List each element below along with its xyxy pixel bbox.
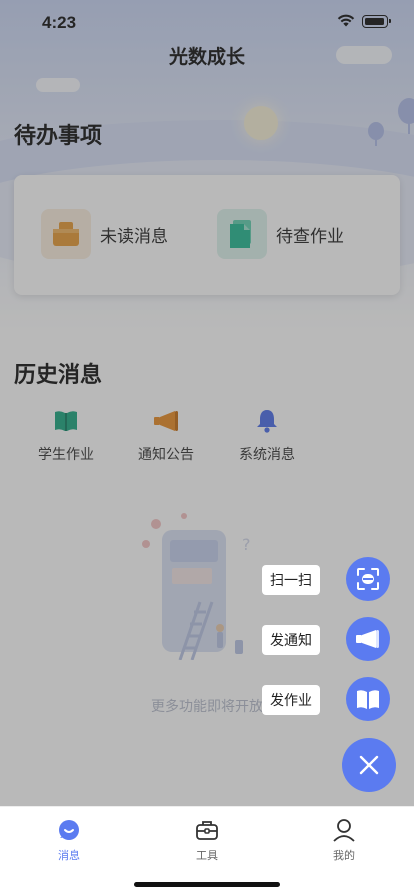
fab-homework-button[interactable] [346,677,390,721]
home-indicator [134,882,280,887]
tab-messages[interactable]: 消息 [29,817,109,863]
fab-close-button[interactable] [342,738,396,792]
user-icon [304,817,384,843]
fab-scan-label[interactable]: 扫一扫 [262,565,320,595]
fab-scan-button[interactable] [346,557,390,601]
fab-notice-label[interactable]: 发通知 [262,625,320,655]
tab-label: 工具 [196,849,218,862]
megaphone-icon [356,630,379,648]
close-icon [359,755,379,775]
toolbox-icon [167,817,247,843]
fab-homework-label[interactable]: 发作业 [262,685,320,715]
tab-label: 我的 [333,849,355,862]
message-icon [29,817,109,843]
book-icon [357,690,379,709]
tab-label: 消息 [58,849,80,862]
fab-notice-button[interactable] [346,617,390,661]
tab-tools[interactable]: 工具 [167,817,247,863]
scan-icon [357,568,379,590]
tab-profile[interactable]: 我的 [304,817,384,863]
